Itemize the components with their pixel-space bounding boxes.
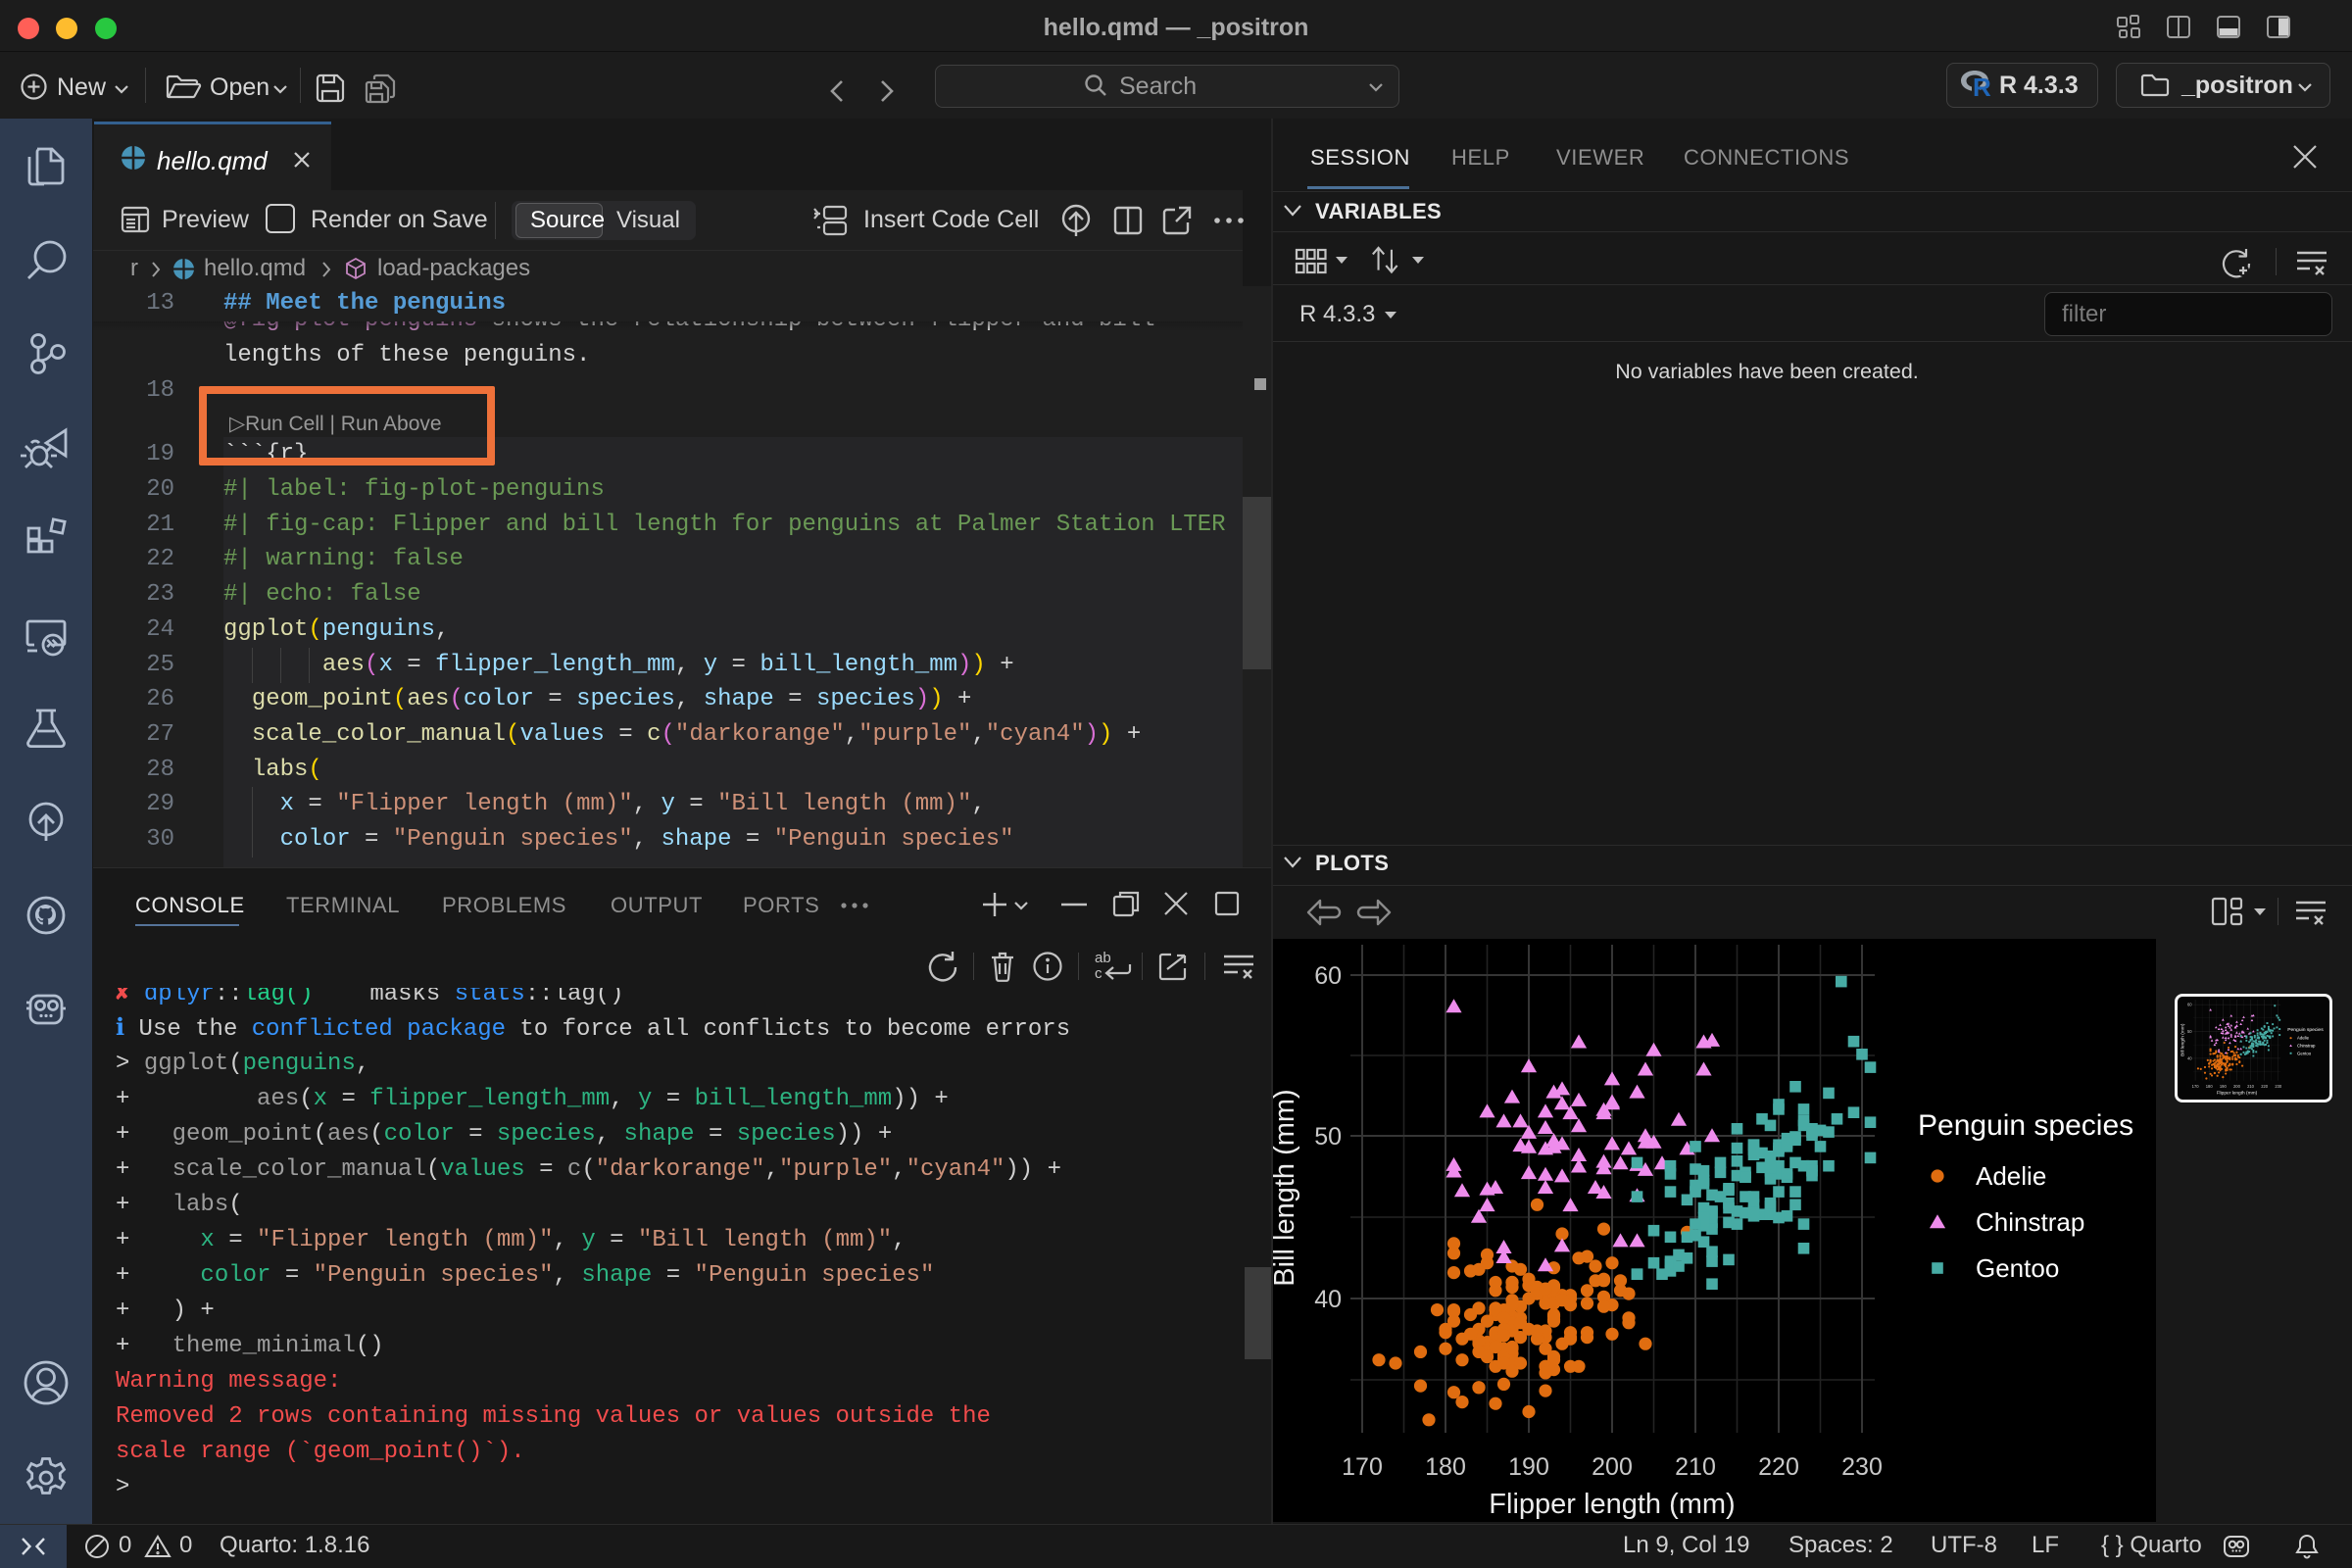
svg-text:190: 190: [1508, 1453, 1549, 1481]
svg-text:180: 180: [1425, 1453, 1466, 1481]
svg-text:Bill length (mm): Bill length (mm): [1271, 1089, 1300, 1286]
svg-text:210: 210: [1675, 1453, 1716, 1481]
svg-text:R: R: [1973, 73, 1991, 102]
svg-text:Flipper length (mm): Flipper length (mm): [1489, 1489, 1735, 1520]
svg-text:40: 40: [1314, 1286, 1342, 1313]
svg-text:200: 200: [1592, 1453, 1633, 1481]
svg-text:220: 220: [1758, 1453, 1799, 1481]
svg-text:Penguin species: Penguin species: [1918, 1109, 2133, 1142]
svg-text:50: 50: [1314, 1123, 1342, 1151]
svg-text:60: 60: [1314, 962, 1342, 990]
svg-text:Chinstrap: Chinstrap: [1976, 1207, 2084, 1237]
svg-text:c: c: [1095, 965, 1102, 982]
svg-text:ab: ab: [1095, 950, 1111, 966]
svg-text:Adelie: Adelie: [1976, 1161, 2046, 1191]
svg-text:Gentoo: Gentoo: [1976, 1253, 2059, 1283]
svg-text:230: 230: [1841, 1453, 1883, 1481]
svg-text:170: 170: [1342, 1453, 1383, 1481]
